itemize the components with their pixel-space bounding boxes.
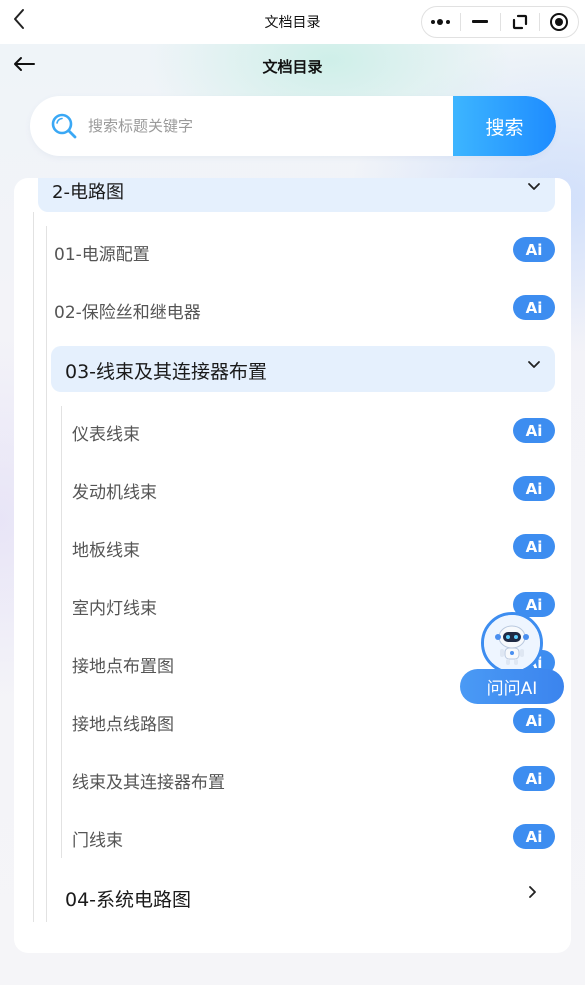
search-icon [50, 112, 78, 140]
list-item[interactable]: 地板线束 Ai [72, 532, 555, 562]
item-label: 地板线束 [72, 541, 140, 561]
ai-badge[interactable]: Ai [513, 295, 555, 320]
list-item[interactable]: 仪表线束 Ai [72, 416, 555, 446]
miniprogram-top-bar: 文档目录 [0, 0, 585, 44]
item-label: 发动机线束 [72, 483, 157, 503]
list-item[interactable]: 线束及其连接器布置 Ai [72, 764, 555, 794]
float-window-icon[interactable] [501, 7, 539, 37]
capsule-menu [421, 6, 579, 38]
ai-assistant-widget[interactable]: 问问AI [460, 612, 564, 704]
search-bar: 搜索 [30, 96, 556, 156]
ai-badge[interactable]: Ai [513, 418, 555, 443]
chapter-label: 2-电路图 [52, 182, 124, 203]
chevron-right-icon [527, 884, 541, 898]
section-label: 03-线束及其连接器布置 [65, 361, 268, 383]
list-item[interactable]: 01-电源配置 Ai [54, 236, 555, 266]
chapter-row[interactable]: 2-电路图 [38, 178, 555, 212]
list-item[interactable]: 发动机线束 Ai [72, 474, 555, 504]
section-label: 04-系统电路图 [65, 889, 192, 911]
item-label: 门线束 [72, 831, 123, 851]
ai-badge[interactable]: Ai [513, 534, 555, 559]
item-label: 线束及其连接器布置 [72, 773, 225, 793]
more-dots-icon[interactable] [422, 7, 460, 37]
ai-badge[interactable]: Ai [513, 237, 555, 262]
page-title: 文档目录 [262, 58, 323, 76]
item-label: 02-保险丝和继电器 [54, 303, 201, 323]
robot-avatar-icon[interactable] [481, 612, 543, 674]
minimize-icon[interactable] [461, 7, 499, 37]
chevron-down-icon [527, 178, 541, 192]
close-target-icon[interactable] [540, 7, 578, 37]
tree-guide-line [33, 212, 34, 922]
list-item[interactable]: 接地点线路图 Ai [72, 706, 555, 736]
item-label: 仪表线束 [72, 425, 140, 445]
item-label: 接地点布置图 [72, 657, 174, 677]
section-row-collapsed[interactable]: 04-系统电路图 [51, 874, 555, 920]
tree-guide-line [61, 406, 62, 858]
item-label: 01-电源配置 [54, 245, 150, 265]
ai-badge[interactable]: Ai [513, 476, 555, 501]
tree-guide-line [46, 226, 47, 922]
ai-badge[interactable]: Ai [513, 824, 555, 849]
search-input[interactable] [88, 110, 448, 142]
ai-badge[interactable]: Ai [513, 766, 555, 791]
ask-ai-button[interactable]: 问问AI [460, 669, 564, 704]
page-nav-bar: 文档目录 [0, 44, 585, 90]
ai-badge[interactable]: Ai [513, 708, 555, 733]
item-label: 室内灯线束 [72, 599, 157, 619]
list-item[interactable]: 门线束 Ai [72, 822, 555, 852]
catalog-card: 2-电路图 01-电源配置 Ai 02-保险丝和继电器 Ai 03-线束及其连接… [14, 178, 571, 953]
list-item[interactable]: 02-保险丝和继电器 Ai [54, 294, 555, 324]
search-button[interactable]: 搜索 [453, 96, 556, 156]
section-row-expanded[interactable]: 03-线束及其连接器布置 [51, 346, 555, 392]
item-label: 接地点线路图 [72, 715, 174, 735]
chevron-down-icon [527, 356, 541, 370]
